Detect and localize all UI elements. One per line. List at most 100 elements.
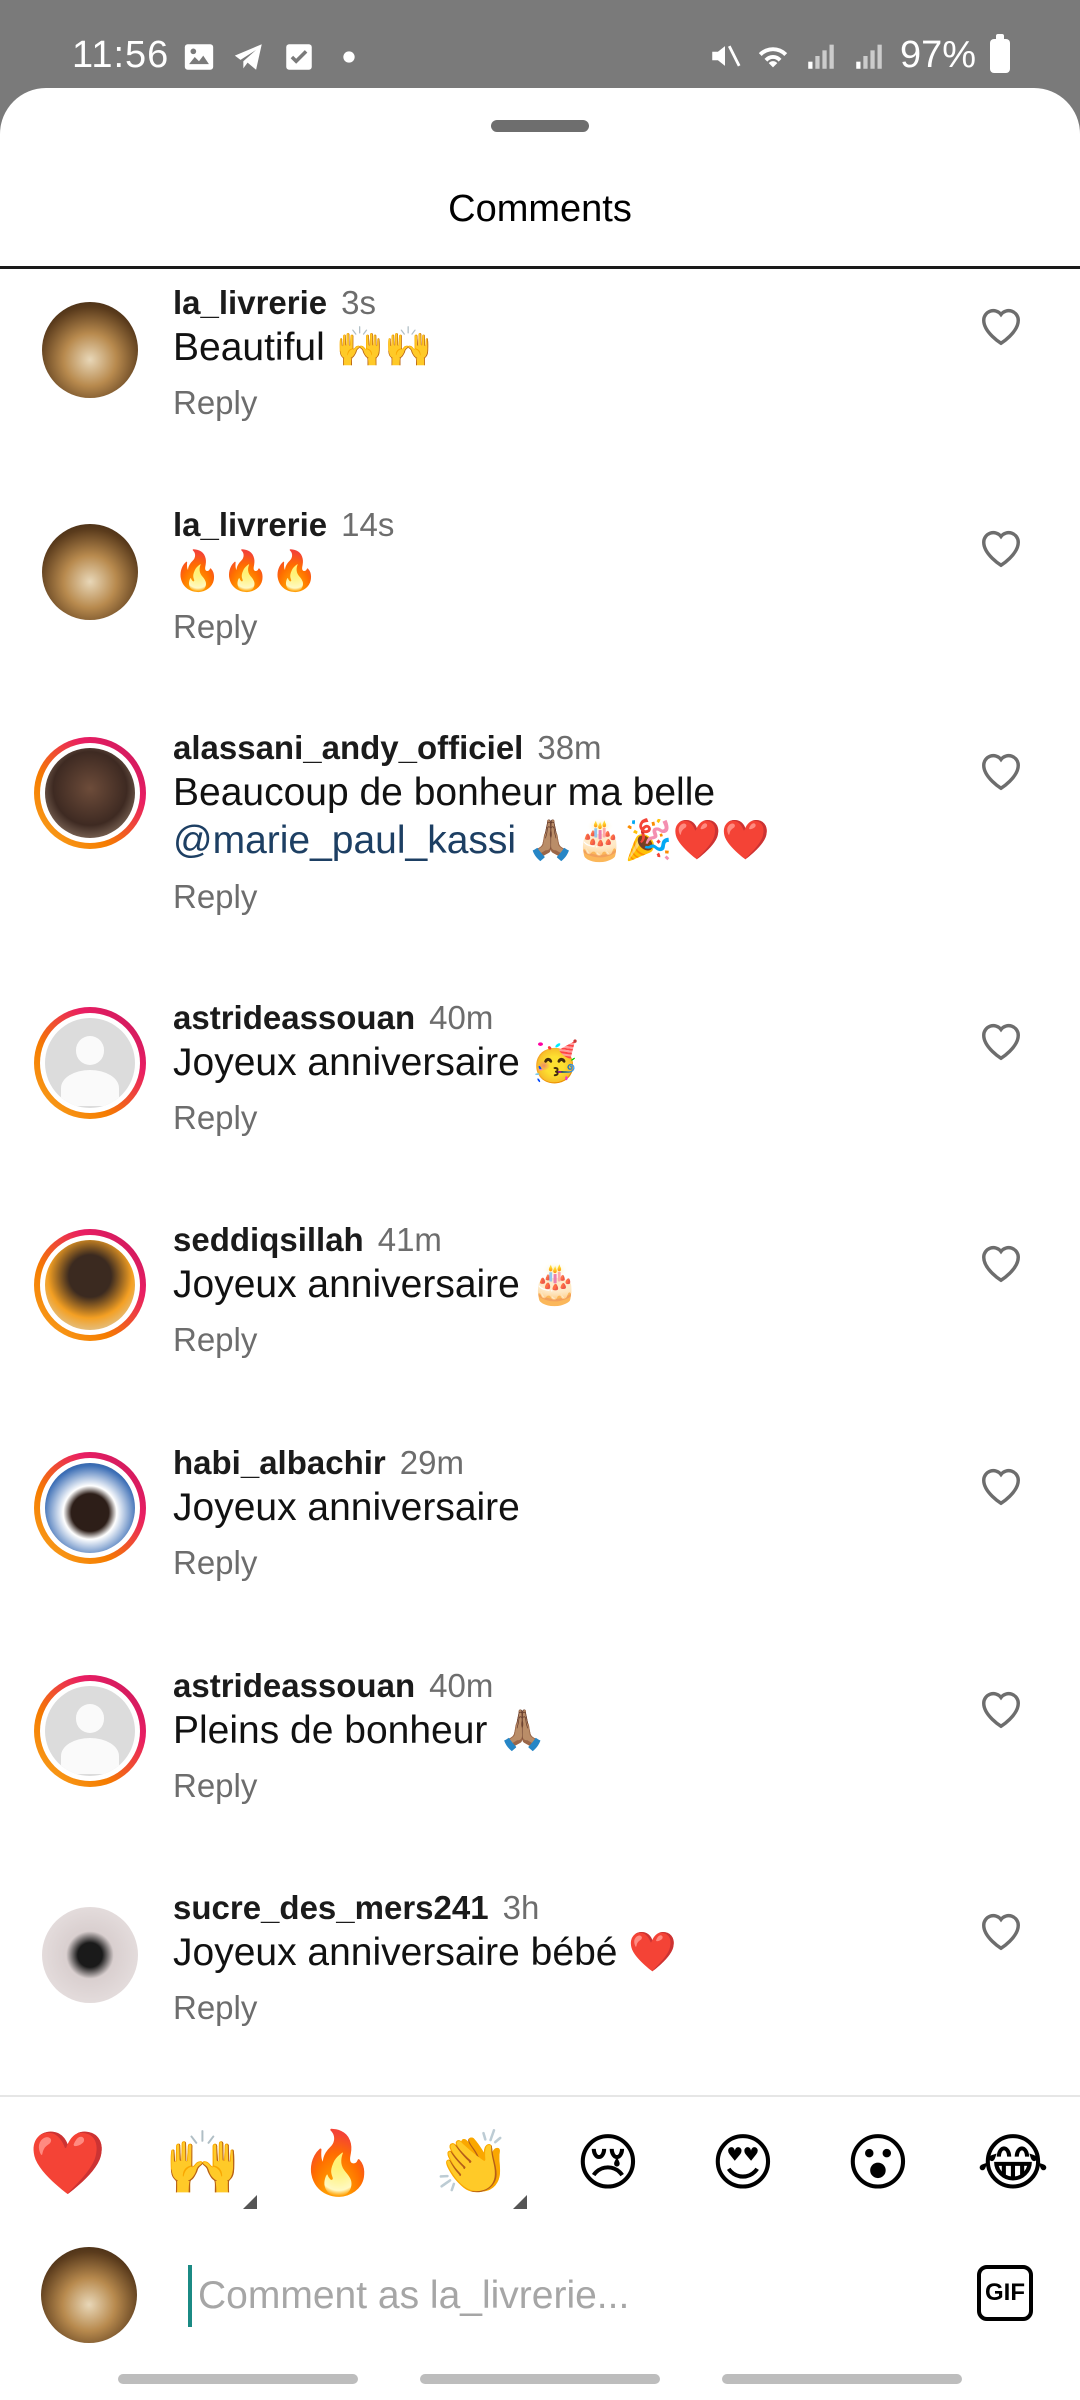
wifi-icon: [758, 46, 788, 67]
sheet-title: Comments: [448, 188, 632, 230]
comment-time: 14s: [341, 506, 395, 543]
like-button[interactable]: [978, 1464, 1024, 1508]
reply-button[interactable]: Reply: [173, 1767, 257, 1805]
man-avatar: [45, 1463, 135, 1553]
reaction-laugh[interactable]: 😂: [973, 2127, 1053, 2199]
comment-username[interactable]: sucre_des_mers241: [173, 1889, 489, 1926]
dot-icon: [343, 51, 355, 63]
like-button[interactable]: [978, 1909, 1024, 1953]
heart-icon: [982, 1023, 1020, 1061]
default-avatar: [45, 1686, 135, 1776]
variant-caret-icon: [243, 2195, 257, 2209]
reaction-sad[interactable]: 😢: [568, 2127, 648, 2199]
comment-text: Joyeux anniversaire 🥳: [173, 1041, 580, 1084]
reply-button[interactable]: Reply: [173, 1544, 257, 1582]
comment-username[interactable]: astrideassouan: [173, 1667, 415, 1704]
gallery-icon: [184, 44, 214, 70]
like-button[interactable]: [978, 1687, 1024, 1731]
avatar[interactable]: [34, 1229, 146, 1341]
gesture-nav-bar: [0, 2370, 1080, 2400]
comment-username[interactable]: habi_albachir: [173, 1444, 386, 1481]
woman-avatar: [42, 1907, 138, 2003]
like-button[interactable]: [978, 304, 1024, 348]
default-avatar: [45, 1018, 135, 1108]
comment-username[interactable]: la_livrerie: [173, 284, 327, 321]
comment-username[interactable]: seddiqsillah: [173, 1221, 364, 1258]
heart-icon: [982, 530, 1020, 568]
reaction-heart-eyes[interactable]: 😍: [703, 2127, 783, 2199]
system-icons: 97%: [708, 33, 1010, 77]
reaction-surprised[interactable]: 😮: [838, 2127, 918, 2199]
divider: [0, 266, 1080, 269]
books-avatar: [42, 524, 138, 620]
comment-input[interactable]: [188, 2265, 960, 2327]
avatar[interactable]: [34, 1675, 146, 1787]
gif-button[interactable]: GIF: [977, 2265, 1033, 2321]
reply-button[interactable]: Reply: [173, 1321, 257, 1359]
emoji-reaction-bar: ❤️ 🙌 🔥 👏 😢 😍 😮 😂: [0, 2095, 1080, 2227]
reaction-clap[interactable]: 👏: [433, 2126, 527, 2209]
heart-icon: [982, 1245, 1020, 1283]
comment-text: Joyeux anniversaire: [173, 1486, 520, 1529]
status-bar: 11:56 97%: [0, 0, 1080, 100]
comment-time: 3h: [502, 1889, 540, 1926]
books-avatar: [42, 302, 138, 398]
like-button[interactable]: [978, 1019, 1024, 1063]
comment-username[interactable]: alassani_andy_officiel: [173, 729, 523, 766]
avatar[interactable]: [34, 1899, 146, 2011]
comment-text: Joyeux anniversaire 🎂: [173, 1263, 580, 1306]
man-avatar: [45, 1240, 135, 1330]
variant-caret-icon: [513, 2195, 527, 2209]
comment-text: Joyeux anniversaire bébé ❤️: [173, 1931, 677, 1974]
comment-text: Beaucoup de bonheur ma belle: [173, 771, 716, 814]
mute-icon: [712, 44, 741, 67]
comment-username[interactable]: astrideassouan: [173, 999, 415, 1036]
comment-text: Beautiful 🙌🙌: [173, 326, 433, 369]
heart-icon: [982, 1468, 1020, 1506]
comment-text: Pleins de bonheur 🙏🏽: [173, 1709, 547, 1752]
reply-button[interactable]: Reply: [173, 608, 257, 646]
comment-text: 🔥🔥🔥: [173, 550, 319, 593]
avatar[interactable]: [34, 737, 146, 849]
reaction-clap-glyph: 👏: [434, 2126, 512, 2199]
checkbox-icon: [286, 44, 312, 70]
reply-button[interactable]: Reply: [173, 1989, 257, 2027]
avatar[interactable]: [34, 1007, 146, 1119]
heart-icon: [982, 1913, 1020, 1951]
avatar[interactable]: [34, 294, 146, 406]
nav-pill-right[interactable]: [722, 2374, 962, 2384]
comment-time: 40m: [429, 999, 494, 1036]
drag-handle[interactable]: [491, 120, 589, 132]
reply-button[interactable]: Reply: [173, 878, 257, 916]
comment-time: 40m: [429, 1667, 494, 1704]
like-button[interactable]: [978, 1241, 1024, 1285]
reaction-raised-hands-glyph: 🙌: [164, 2126, 242, 2199]
reply-button[interactable]: Reply: [173, 384, 257, 422]
nav-pill-home[interactable]: [420, 2374, 660, 2384]
own-avatar: [41, 2247, 137, 2343]
reaction-raised-hands[interactable]: 🙌: [163, 2126, 257, 2209]
woman-avatar: [45, 748, 135, 838]
avatar[interactable]: [34, 1452, 146, 1564]
heart-icon: [982, 308, 1020, 346]
avatar[interactable]: [34, 516, 146, 628]
nav-pill-left[interactable]: [118, 2374, 358, 2384]
like-button[interactable]: [978, 749, 1024, 793]
signal-icon: [808, 44, 834, 69]
comment-time: 41m: [377, 1221, 442, 1258]
battery-percent: 97%: [899, 34, 976, 76]
like-button[interactable]: [978, 526, 1024, 570]
comments-sheet: Comments la_livrerie 3s Beautiful 🙌🙌 Repl…: [0, 88, 1080, 2400]
telegram-icon: [234, 44, 262, 70]
heart-icon: [982, 1691, 1020, 1729]
battery-icon: [990, 33, 1010, 73]
mention-link[interactable]: @marie_paul_kassi: [173, 819, 516, 862]
comment-username[interactable]: la_livrerie: [173, 506, 327, 543]
reaction-fire[interactable]: 🔥: [298, 2127, 378, 2199]
notification-icons: [182, 40, 366, 74]
reply-button[interactable]: Reply: [173, 1099, 257, 1137]
comment-time: 3s: [341, 284, 376, 321]
comment-time: 38m: [537, 729, 602, 766]
comment-time: 29m: [399, 1444, 464, 1481]
reaction-heart[interactable]: ❤️: [28, 2127, 108, 2199]
